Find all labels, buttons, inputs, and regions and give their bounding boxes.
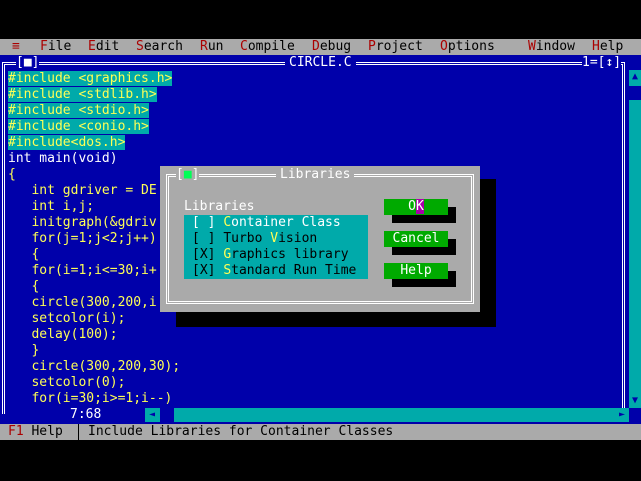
checkbox-container-class[interactable]: [ ] Container Class (192, 215, 341, 231)
scroll-left-arrow-icon[interactable]: ◄ (145, 408, 159, 422)
status-bar: F1 Help Include Libraries for Container … (0, 424, 641, 440)
status-help-key[interactable]: F1 Help (8, 424, 63, 440)
code-line: for(i=30;i>=1;i--) (8, 391, 173, 406)
code-line: int gdriver = DE (8, 183, 157, 198)
menu-run[interactable]: Run (200, 39, 223, 55)
code-line: int main(void) (8, 151, 118, 166)
code-line: { (8, 279, 40, 294)
dialog-title: Libraries (276, 167, 355, 183)
libraries-checklist: [ ] Container Class [ ] Turbo Vision [X]… (184, 215, 368, 279)
code-line: #include<dos.h> (8, 135, 126, 150)
cancel-button[interactable]: Cancel (384, 231, 448, 247)
scroll-down-arrow-icon[interactable]: ▼ (629, 394, 641, 408)
menu-compile[interactable]: Compile (240, 39, 295, 55)
ok-button[interactable]: OK (384, 199, 448, 215)
code-line: int i,j; (8, 199, 95, 214)
code-line: delay(100); (8, 327, 118, 342)
menu-help[interactable]: Help (592, 39, 623, 55)
dialog-close-box[interactable]: [■] (176, 167, 200, 183)
vertical-scrollbar[interactable] (629, 70, 641, 408)
code-line: #include <conio.h> (8, 119, 149, 134)
horizontal-scroll-thumb[interactable] (160, 408, 174, 422)
status-separator (78, 424, 79, 440)
checkbox-graphics-library[interactable]: [X] Graphics library (192, 247, 349, 263)
editor-close-box[interactable]: [■] (16, 55, 40, 71)
editor-window-controls[interactable]: 1=[↕] (582, 55, 622, 71)
code-line: #include <graphics.h> (8, 71, 173, 86)
close-icon[interactable]: ■ (184, 167, 192, 182)
status-hint: Include Libraries for Container Classes (88, 424, 394, 439)
code-line: circle(300,200,30); (8, 359, 181, 374)
libraries-group-label: Libraries (184, 199, 255, 214)
code-line: for(i=1;i<=30;i+ (8, 263, 157, 278)
code-line: #include <stdlib.h> (8, 87, 157, 102)
checkbox-standard-run-time[interactable]: [X] Standard Run Time (192, 263, 356, 279)
code-line: for(j=1;j<2;j++) (8, 231, 157, 246)
code-line: setcolor(i); (8, 311, 126, 326)
code-line: { (8, 167, 16, 182)
menu-window[interactable]: Window (528, 39, 575, 55)
menu-edit[interactable]: Edit (88, 39, 119, 55)
horizontal-scrollbar[interactable] (145, 408, 629, 422)
code-line: { (8, 247, 40, 262)
cursor-position: 7:68 (64, 407, 108, 423)
code-line: #include <stdio.h> (8, 103, 149, 118)
help-button[interactable]: Help (384, 263, 448, 279)
menu-debug[interactable]: Debug (312, 39, 351, 55)
code-line: } (8, 343, 40, 358)
vertical-scroll-thumb[interactable] (629, 86, 641, 100)
system-menu-icon[interactable]: ≡ (12, 39, 20, 55)
code-line: circle(300,200,i (8, 295, 157, 310)
code-line: initgraph(&gdriv (8, 215, 157, 230)
menu-search[interactable]: Search (136, 39, 183, 55)
editor-title: CIRCLE.C (285, 55, 356, 71)
menu-options[interactable]: Options (440, 39, 495, 55)
menu-bar: ≡ File Edit Search Run Compile Debug Pro… (0, 39, 641, 55)
menu-project[interactable]: Project (368, 39, 423, 55)
scroll-right-arrow-icon[interactable]: ► (615, 408, 629, 422)
menu-file[interactable]: File (40, 39, 71, 55)
checkbox-turbo-vision[interactable]: [ ] Turbo Vision (192, 231, 317, 247)
scroll-up-arrow-icon[interactable]: ▲ (629, 70, 641, 84)
code-line: setcolor(0); (8, 375, 126, 390)
